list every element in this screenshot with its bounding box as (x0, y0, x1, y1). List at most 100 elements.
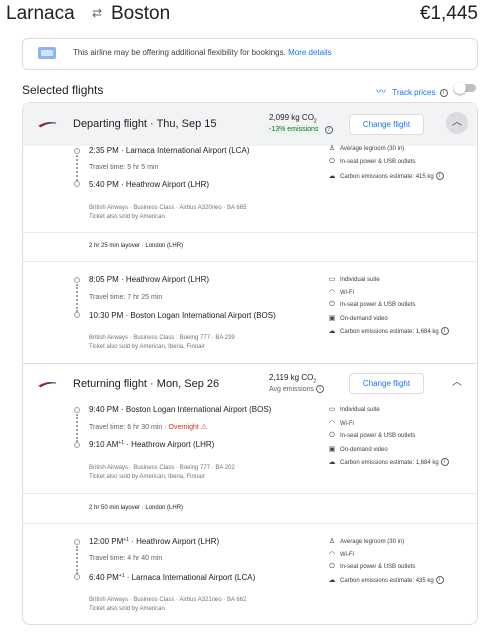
selected-flights-title: Selected flights (22, 83, 104, 97)
travel-time: Travel time: 7 hr 25 min (89, 294, 163, 301)
layover-info: 2 hr 50 min layover · London (LHR) (89, 505, 184, 511)
segment-arrival: 5:40 PM · Heathrow Airport (LHR) (89, 180, 210, 189)
amenity-co2: ☁ Carbon emissions estimate: 415 kg i (327, 172, 444, 181)
segment-arrival: 6:40 PM+1 · Larnaca International Airpor… (89, 573, 256, 582)
overnight-warning: Overnight (168, 424, 199, 431)
info-icon[interactable]: i (435, 172, 444, 181)
route-line (76, 546, 78, 574)
arrival-dot (74, 181, 80, 187)
wifi-icon: ◠ (328, 551, 336, 558)
travel-time: Travel time: 4 hr 40 min (89, 555, 163, 562)
departing-flight-card: Departing flight · Thu, Sep 15 2,099 kg … (22, 102, 478, 364)
amenity-label: In-seat power & USB outlets (340, 433, 416, 439)
departure-dot (74, 407, 80, 413)
emissions-note-text: Avg emissions (269, 385, 315, 393)
arrival-airport: Heathrow Airport (LHR) (131, 440, 215, 449)
departure-airport: Heathrow Airport (LHR) (125, 275, 210, 284)
change-returning-button[interactable]: Change flight (349, 373, 424, 394)
amenity-label: Carbon emissions estimate: 1,684 kg (340, 329, 439, 335)
track-prices-row[interactable]: 〰 Track prices i (376, 83, 448, 98)
info-icon[interactable]: i (316, 385, 325, 393)
amenity-video: ▣ On-demand video (327, 445, 388, 453)
arrival-time: 10:30 PM (89, 311, 124, 320)
amenity-power: ⏻ In-seat power & USB outlets (327, 563, 415, 571)
returning-title: Returning flight (73, 378, 147, 390)
route-line (76, 284, 78, 312)
codeshare-details: Ticket also sold by American (89, 606, 165, 612)
info-icon[interactable]: i (325, 126, 333, 134)
amenity-label: In-seat power & USB outlets (340, 564, 416, 570)
info-icon[interactable]: i (440, 327, 449, 336)
amenity-label: Wi-Fi (340, 290, 354, 296)
info-icon[interactable]: i (440, 458, 449, 467)
emissions-badge: -13% emissions (267, 125, 321, 134)
next-day-marker: +1 (123, 537, 129, 543)
wifi-icon: ◠ (328, 289, 336, 296)
power-icon: ⏻ (329, 158, 335, 165)
info-icon[interactable]: i (435, 576, 444, 585)
layover-info: 2 hr 25 min layover · London (LHR) (89, 243, 184, 249)
arrival-airport: Boston Logan International Airport (BOS) (130, 311, 276, 320)
collapse-chevron-icon[interactable]: ︿ (446, 112, 468, 134)
amenity-label: In-seat power & USB outlets (340, 302, 416, 308)
departure-time: 9:40 PM (89, 405, 119, 414)
divider (23, 232, 477, 233)
legroom-icon: ♙ (328, 538, 336, 545)
arrival-airport: Larnaca International Airport (LCA) (131, 573, 256, 582)
arrival-time: 5:40 PM (89, 180, 119, 189)
total-price: €1,445 (419, 3, 478, 24)
amenity-label: Carbon emissions estimate: 415 kg (340, 174, 434, 180)
aircraft-details: British Airways · Business Class · Boein… (89, 465, 235, 471)
emissions-note: Avg emissions i (269, 385, 325, 393)
departure-time: 8:05 PM (89, 275, 119, 284)
aircraft-details: British Airways · Business Class · Boein… (89, 335, 235, 341)
amenity-wifi: ◠ Wi-Fi (327, 288, 354, 296)
track-prices-toggle[interactable] (454, 82, 476, 94)
amenity-power: ⏻ In-seat power & USB outlets (327, 158, 415, 166)
collapse-chevron-icon[interactable]: ︿ (446, 372, 468, 394)
more-details-link[interactable]: More details (288, 48, 332, 57)
segment-arrival: 9:10 AM+1 · Heathrow Airport (LHR) (89, 440, 215, 449)
segment-departure: 9:40 PM · Boston Logan International Air… (89, 405, 272, 414)
amenity-co2: ☁ Carbon emissions estimate: 1,684 kg i (327, 458, 449, 467)
departing-date: Thu, Sep 15 (156, 118, 217, 130)
arrival-dot (74, 312, 80, 318)
amenity-co2: ☁ Carbon emissions estimate: 1,684 kg i (327, 327, 449, 336)
suite-icon: ▭ (328, 276, 336, 283)
co2-subscript: 2 (313, 118, 317, 125)
aircraft-details: British Airways · Business Class · Airbu… (89, 205, 247, 211)
amenity-wifi: ◠ Wi-Fi (327, 550, 354, 558)
departure-dot (74, 539, 80, 545)
returning-co2: 2,119 kg CO2 (269, 373, 316, 385)
info-icon[interactable]: i (439, 88, 448, 97)
co2-icon: ☁ (328, 173, 336, 180)
amenity-power: ⏻ In-seat power & USB outlets (327, 432, 415, 440)
co2-icon: ☁ (328, 577, 336, 584)
amenity-label: Wi-Fi (340, 552, 354, 558)
co2-icon: ☁ (328, 328, 336, 335)
amenity-label: Individual suite (340, 277, 380, 283)
co2-value: 2,099 kg CO (269, 113, 314, 122)
amenity-label: On-demand video (340, 447, 388, 453)
departure-time: 12:00 PM (89, 537, 124, 546)
track-prices-label: Track prices (392, 88, 436, 97)
travel-time: Travel time: 5 hr 5 min (89, 164, 159, 171)
returning-title-row: Returning flight · Mon, Sep 26 (73, 378, 220, 390)
change-departing-button[interactable]: Change flight (349, 114, 424, 135)
wifi-icon: ◠ (328, 420, 336, 427)
segment-details: British Airways · Business Class · Airbu… (89, 204, 246, 222)
next-day-marker: +1 (118, 440, 125, 446)
departing-co2: 2,099 kg CO2 (269, 113, 317, 125)
video-icon: ▣ (328, 315, 336, 322)
amenity-video: ▣ On-demand video (327, 314, 388, 322)
divider (23, 493, 477, 494)
segment-departure: 2:35 PM · Larnaca International Airport … (89, 146, 250, 155)
departure-airport: Boston Logan International Airport (BOS) (125, 405, 272, 414)
next-day-marker: +1 (118, 573, 125, 579)
amenity-label: Carbon emissions estimate: 1,684 kg (340, 460, 439, 466)
amenity-label: Average legroom (30 in) (340, 146, 405, 152)
segment-details: British Airways · Business Class · Boein… (89, 334, 235, 352)
amenity-suite: ▭ Individual suite (327, 405, 380, 413)
swap-arrows-icon[interactable]: ⇄ (92, 6, 102, 20)
emissions-badge-text: -13% emissions (269, 126, 319, 133)
